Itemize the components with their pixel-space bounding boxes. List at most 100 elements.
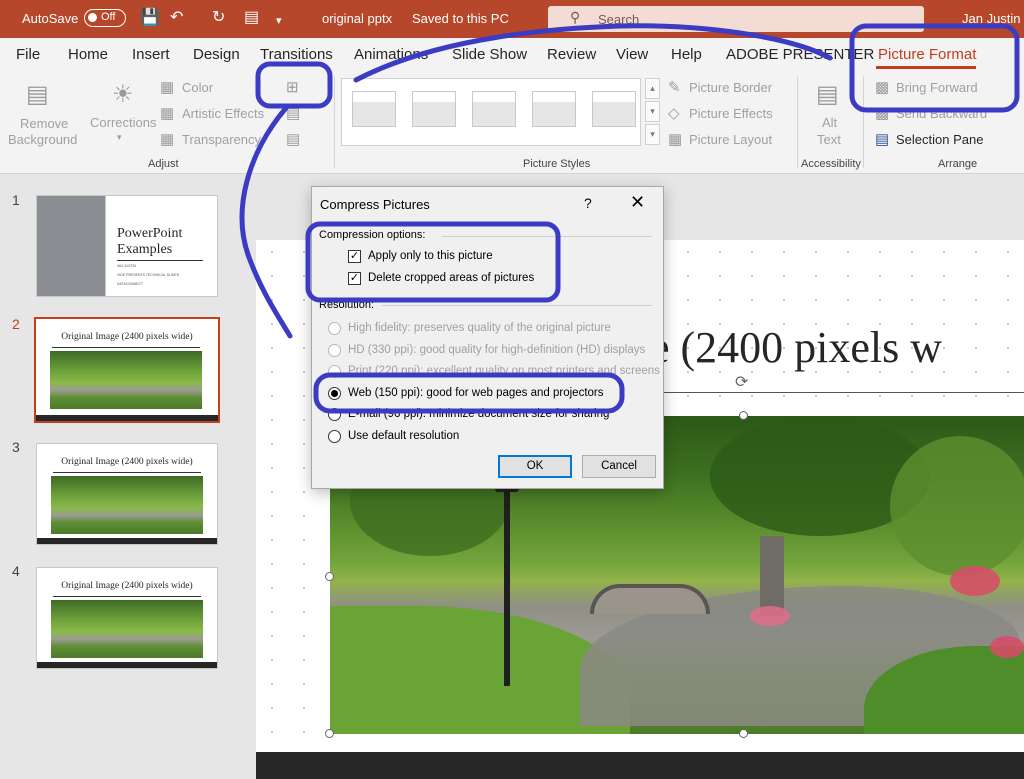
- slide-footer-bar: [37, 662, 217, 668]
- tab-view[interactable]: View: [616, 46, 648, 63]
- tab-picture-format[interactable]: Picture Format: [878, 46, 976, 63]
- tab-animations[interactable]: Animations: [354, 46, 428, 63]
- tab-adobe-presenter[interactable]: ADOBE PRESENTER: [726, 46, 874, 63]
- tab-design[interactable]: Design: [193, 46, 240, 63]
- azalea-bush: [750, 606, 790, 626]
- user-name[interactable]: Jan Justin: [962, 11, 1021, 26]
- bring-forward-button[interactable]: Bring Forward: [896, 80, 978, 95]
- compress-pictures-icon[interactable]: ⊞: [286, 78, 299, 96]
- send-backward-button[interactable]: Send Backward: [896, 106, 987, 121]
- slide-4-title: Original Image (2400 pixels wide): [61, 581, 193, 591]
- apply-only-label[interactable]: Apply only to this picture: [368, 250, 493, 262]
- resize-handle[interactable]: [739, 729, 748, 738]
- stone-bridge: [590, 584, 710, 614]
- selection-pane-button[interactable]: Selection Pane: [896, 132, 983, 147]
- slide-footer-bar: [37, 538, 217, 544]
- delete-cropped-checkbox[interactable]: ✓: [348, 272, 361, 285]
- slide-title[interactable]: e (2400 pixels w: [650, 322, 942, 373]
- gallery-more-button[interactable]: ▾: [645, 124, 660, 145]
- redo-icon[interactable]: ↻: [212, 8, 225, 28]
- default-resolution-label[interactable]: Use default resolution: [348, 430, 459, 442]
- web-label[interactable]: Web (150 ppi): good for web pages and pr…: [348, 387, 604, 399]
- stone-lantern: [760, 536, 784, 616]
- artistic-effects-button[interactable]: Artistic Effects: [182, 106, 264, 121]
- slide-3-photo: [51, 476, 203, 534]
- chevron-down-icon: ▾: [117, 132, 122, 142]
- help-button[interactable]: ?: [584, 195, 592, 211]
- apply-only-checkbox[interactable]: ✓: [348, 250, 361, 263]
- group-divider: [334, 76, 335, 168]
- toggle-knob: [88, 13, 97, 22]
- slide-1-author: IAN JUSTIN: [117, 264, 137, 268]
- style-thumb-3[interactable]: [472, 91, 516, 127]
- style-thumb-1[interactable]: [352, 91, 396, 127]
- picture-effects-button[interactable]: Picture Effects: [689, 106, 773, 121]
- gallery-down-button[interactable]: ▾: [645, 101, 660, 122]
- alt-text-button[interactable]: Alt: [822, 115, 837, 130]
- document-title: original pptx: [322, 11, 393, 26]
- slide-thumbnail-1[interactable]: PowerPoint Examples IAN JUSTIN VIDE PRES…: [36, 195, 218, 297]
- tab-file[interactable]: File: [16, 46, 40, 63]
- tab-insert[interactable]: Insert: [132, 46, 170, 63]
- slide-thumbnail-2[interactable]: Original Image (2400 pixels wide): [34, 317, 220, 423]
- rotate-handle-icon[interactable]: ⟳: [735, 372, 753, 391]
- resize-handle[interactable]: [325, 572, 334, 581]
- tab-transitions[interactable]: Transitions: [260, 46, 333, 63]
- slide-thumbnail-3[interactable]: Original Image (2400 pixels wide): [36, 443, 218, 545]
- change-picture-icon[interactable]: ▤: [286, 104, 300, 122]
- picture-layout-button[interactable]: Picture Layout: [689, 132, 772, 147]
- slide-title-rule: [52, 347, 200, 348]
- save-status[interactable]: Saved to this PC: [412, 11, 509, 26]
- slide-footer-bar: [256, 752, 1024, 779]
- present-icon[interactable]: ▤: [244, 8, 259, 28]
- slide-4-photo: [51, 600, 203, 658]
- picture-layout-icon: ▦: [668, 131, 683, 148]
- ribbon-tabs: File Home Insert Design Transitions Anim…: [0, 38, 1024, 70]
- tab-review[interactable]: Review: [547, 46, 596, 63]
- gallery-up-button[interactable]: ▴: [645, 78, 660, 99]
- cancel-button[interactable]: Cancel: [582, 455, 656, 478]
- ok-button[interactable]: OK: [498, 455, 572, 478]
- remove-background-label: Background: [8, 132, 78, 147]
- customize-icon[interactable]: ▾: [276, 11, 282, 31]
- print-label: Print (220 ppi): excellent quality on mo…: [348, 365, 660, 377]
- active-tab-indicator: [876, 66, 976, 69]
- reset-picture-icon[interactable]: ▤: [286, 130, 300, 148]
- group-rule: [382, 305, 652, 306]
- slide-1-subtitle: VIDE PRESENTS TECHNICAL SLIDES: [117, 273, 180, 277]
- picture-border-button[interactable]: Picture Border: [689, 80, 772, 95]
- dialog-title: Compress Pictures: [320, 197, 430, 212]
- resize-handle[interactable]: [325, 729, 334, 738]
- close-button[interactable]: ✕: [630, 192, 645, 213]
- color-button[interactable]: Color: [182, 80, 213, 95]
- style-thumb-4[interactable]: [532, 91, 576, 127]
- slide-thumbnail-4[interactable]: Original Image (2400 pixels wide): [36, 567, 218, 669]
- default-resolution-radio[interactable]: [328, 430, 341, 443]
- web-radio[interactable]: [328, 387, 341, 400]
- artistic-effects-icon: ▦: [160, 105, 175, 122]
- corrections-button[interactable]: Corrections: [90, 115, 156, 130]
- slide-title-rule: [53, 472, 201, 473]
- autosave-toggle[interactable]: Off: [84, 9, 126, 27]
- search-box[interactable]: ⚲ Search: [548, 6, 924, 32]
- style-thumb-5[interactable]: [592, 91, 636, 127]
- undo-icon[interactable]: ↶: [170, 8, 183, 28]
- remove-background-button[interactable]: Remove: [20, 116, 68, 131]
- style-thumb-2[interactable]: [412, 91, 456, 127]
- transparency-icon: ▦: [160, 131, 175, 148]
- email-label[interactable]: E-mail (96 ppi): minimize document size …: [348, 408, 609, 420]
- high-fidelity-radio: [328, 322, 341, 335]
- save-icon[interactable]: 💾: [140, 8, 160, 28]
- slide-1-footer: DATACONNECT: [117, 282, 144, 286]
- delete-cropped-label[interactable]: Delete cropped areas of pictures: [368, 272, 534, 284]
- email-radio[interactable]: [328, 408, 341, 421]
- resize-handle[interactable]: [739, 411, 748, 420]
- autosave-state: Off: [101, 11, 116, 23]
- tab-slide-show[interactable]: Slide Show: [452, 46, 527, 63]
- tab-help[interactable]: Help: [671, 46, 702, 63]
- transparency-button[interactable]: Transparency: [182, 132, 261, 147]
- remove-background-icon: ▤: [26, 81, 49, 108]
- tab-home[interactable]: Home: [68, 46, 108, 63]
- slide-number: 3: [12, 439, 20, 455]
- picture-styles-gallery[interactable]: [341, 78, 641, 146]
